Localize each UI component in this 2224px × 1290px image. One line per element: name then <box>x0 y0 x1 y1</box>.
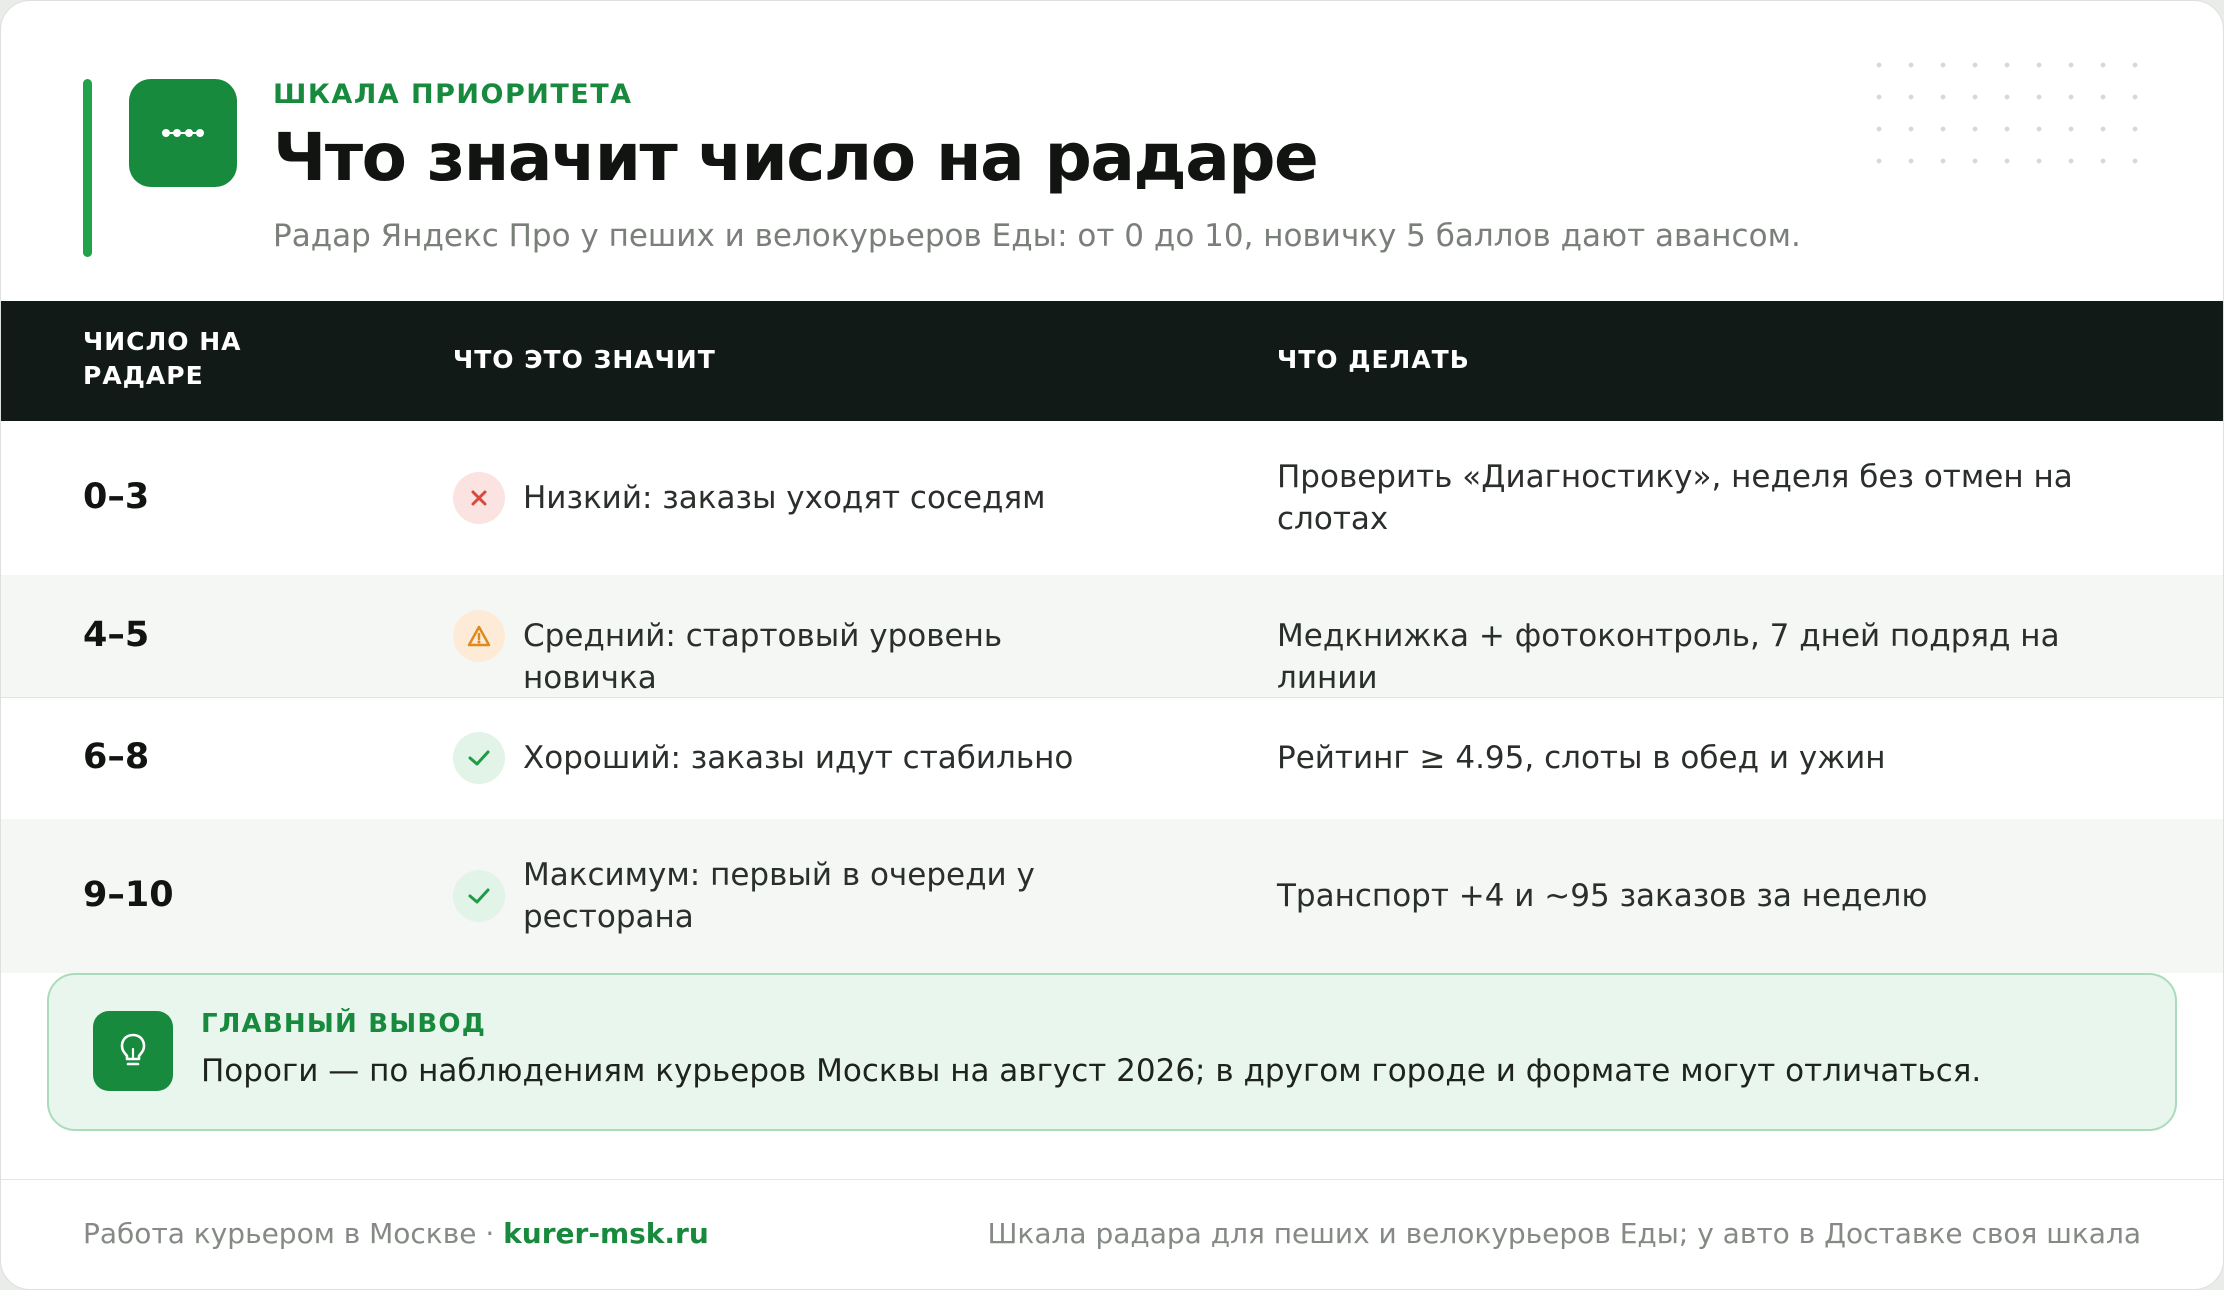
site-link[interactable]: kurer-msk.ru <box>503 1217 709 1250</box>
meaning-cell: Максимум: первый в очереди у ресторана <box>523 857 1035 935</box>
table-row: 6–8 Хороший: заказы идут стабильно Рейти… <box>1 697 2223 820</box>
action-cell: Медкнижка + фотоконтроль, 7 дней подряд … <box>1277 618 2060 696</box>
footer-note: Шкала радара для пеших и велокурьеров Ед… <box>987 1217 2141 1250</box>
table-row: 4–5 Средний: стартовый уровень новичка М… <box>1 575 2223 698</box>
range-cell: 0–3 <box>83 477 150 517</box>
decorative-dot-grid <box>1863 49 2163 189</box>
warning-icon <box>453 610 505 662</box>
table-row: 0–3 Низкий: заказы уходят соседям Провер… <box>1 421 2223 576</box>
summary-label: ГЛАВНЫЙ ВЫВОД <box>201 1009 487 1039</box>
footer-caption: Работа курьером в Москве · <box>83 1217 504 1250</box>
card: ШКАЛА ПРИОРИТЕТА Что значит число на рад… <box>0 0 2224 1290</box>
range-cell: 9–10 <box>83 875 174 915</box>
meaning-cell: Хороший: заказы идут стабильно <box>523 740 1074 776</box>
summary-text: Пороги — по наблюдениям курьеров Москвы … <box>201 1053 1982 1089</box>
accent-bar <box>83 79 92 257</box>
action-cell: Проверить «Диагностику», неделя без отме… <box>1277 459 2073 537</box>
column-header-number: ЧИСЛО НА РАДАРЕ <box>83 327 242 390</box>
meaning-cell: Средний: стартовый уровень новичка <box>523 618 1003 696</box>
footer-divider <box>1 1179 2223 1180</box>
page-title: Что значит число на радаре <box>273 119 1319 196</box>
check-icon <box>453 870 505 922</box>
lightbulb-icon <box>93 1011 173 1091</box>
slider-dots-icon <box>129 79 237 187</box>
summary-box: ГЛАВНЫЙ ВЫВОД Пороги — по наблюдениям ку… <box>47 973 2177 1131</box>
table-header: ЧИСЛО НА РАДАРЕ ЧТО ЭТО ЗНАЧИТ ЧТО ДЕЛАТ… <box>1 301 2223 421</box>
column-header-action: ЧТО ДЕЛАТЬ <box>1277 345 1470 374</box>
table-row: 9–10 Максимум: первый в очереди у рестор… <box>1 819 2223 973</box>
range-cell: 4–5 <box>83 615 150 655</box>
range-cell: 6–8 <box>83 737 150 777</box>
meaning-cell: Низкий: заказы уходят соседям <box>523 480 1046 516</box>
column-header-meaning: ЧТО ЭТО ЗНАЧИТ <box>453 345 716 374</box>
page-subtitle: Радар Яндекс Про у пеших и велокурьеров … <box>273 218 1801 254</box>
action-cell: Транспорт +4 и ~95 заказов за неделю <box>1277 878 1928 914</box>
x-icon <box>453 472 505 524</box>
footer-left: Работа курьером в Москве · kurer-msk.ru <box>83 1217 709 1250</box>
action-cell: Рейтинг ≥ 4.95, слоты в обед и ужин <box>1277 740 1886 776</box>
check-icon <box>453 732 505 784</box>
kicker: ШКАЛА ПРИОРИТЕТА <box>273 79 633 110</box>
